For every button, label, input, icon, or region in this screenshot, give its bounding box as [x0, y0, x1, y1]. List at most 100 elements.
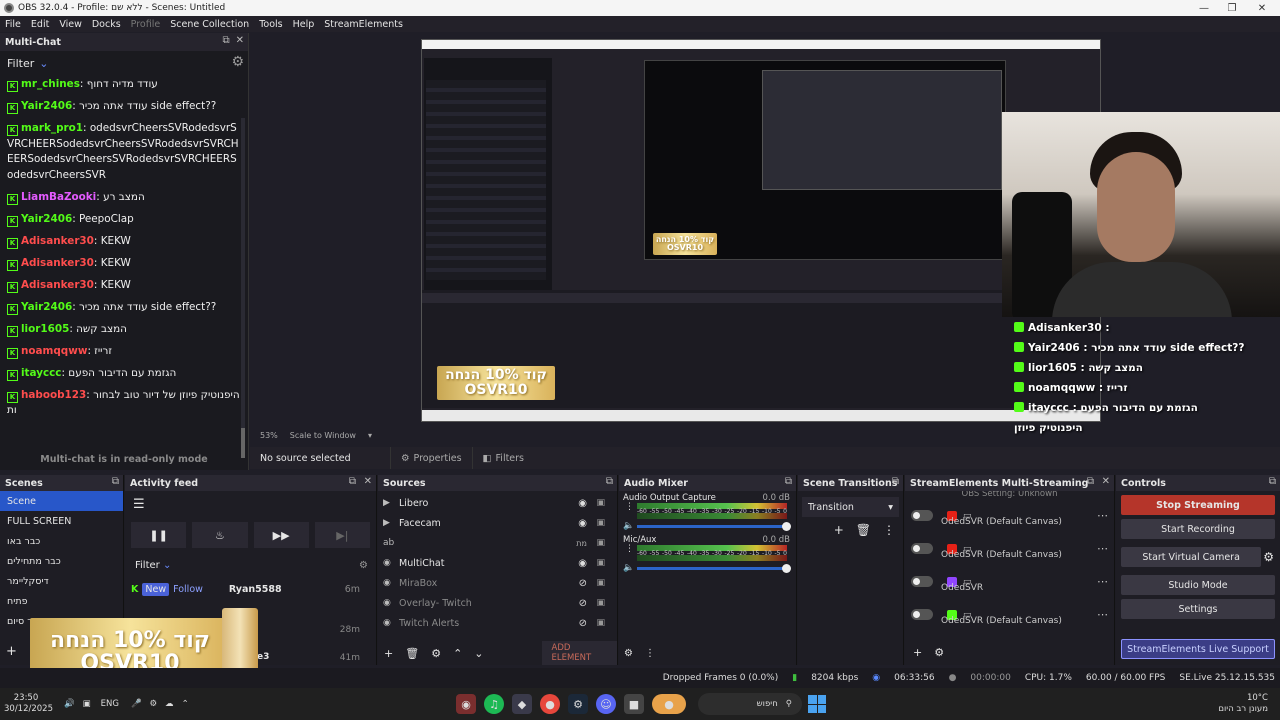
more-icon[interactable]: ⋯ [1097, 542, 1108, 555]
trash-icon[interactable]: 🗑 [405, 647, 419, 660]
spotify-icon[interactable]: ♫ [484, 694, 504, 714]
chat-username[interactable]: Yair2406 [21, 100, 72, 112]
chat-username[interactable]: Adisanker30 [21, 279, 94, 291]
gear-icon[interactable]: ⚙ [1263, 550, 1274, 564]
language-indicator[interactable]: ENG [101, 699, 119, 709]
destination-toggle[interactable] [911, 510, 933, 521]
chat-username[interactable]: noamqqww [21, 345, 87, 357]
menu-icon[interactable]: ☰ [125, 491, 376, 518]
menu-view[interactable]: View [54, 19, 87, 30]
chat-username[interactable]: mark_pro1 [21, 122, 83, 134]
steam-icon[interactable]: ⚙ [568, 694, 588, 714]
menu-streamelements[interactable]: StreamElements [319, 19, 408, 30]
chat-username[interactable]: Adisanker30 [21, 235, 94, 247]
eye-hidden-icon[interactable]: ⊘ [579, 618, 587, 629]
start-virtual-camera-button[interactable]: Start Virtual Camera [1121, 547, 1262, 567]
gear-icon[interactable]: ⚙ [231, 54, 244, 70]
chat-username[interactable]: lior1605 [21, 323, 69, 335]
chat-username[interactable]: Yair2406 [21, 301, 72, 313]
app-icon[interactable]: ◆ [512, 694, 532, 714]
start-recording-button[interactable]: Start Recording [1121, 519, 1275, 539]
chat-username[interactable]: mr_chines [21, 78, 80, 90]
obs-app-icon[interactable]: ◉ [456, 694, 476, 714]
menu-help[interactable]: Help [288, 19, 320, 30]
multichat-filter[interactable]: Filter ⌄ ⚙ [0, 51, 248, 75]
bell-icon[interactable]: ♨ [192, 522, 248, 548]
chat-username[interactable]: LiamBaZooki [21, 191, 96, 203]
chevron-up-icon[interactable]: ⌃ [182, 699, 189, 709]
lock-icon[interactable]: ▣ [596, 618, 605, 628]
scene-item[interactable]: Scene [0, 491, 123, 511]
source-item[interactable]: ab מת ▣ [378, 533, 617, 553]
add-transition-button[interactable]: + [834, 523, 844, 537]
lock-icon[interactable]: ▣ [596, 598, 605, 608]
speaker-icon[interactable]: 🔈 [623, 521, 634, 531]
menu-tools[interactable]: Tools [254, 19, 287, 30]
widget-icon[interactable]: ● [652, 694, 686, 714]
mixer-settings-icon[interactable]: ⚙ [624, 648, 633, 659]
source-item[interactable]: ◉ MultiChat ◉ ▣ [378, 553, 617, 573]
menu-icon[interactable]: ⋮ [883, 523, 895, 537]
float-icon[interactable]: ⧉ [606, 476, 613, 487]
eye-hidden-icon[interactable]: ⊘ [579, 598, 587, 609]
menu-edit[interactable]: Edit [26, 19, 54, 30]
source-item[interactable]: ◉ Twitch Alerts ⊘ ▣ [378, 613, 617, 633]
add-scene-button[interactable]: + [6, 644, 17, 659]
chat-username[interactable]: Adisanker30 [21, 257, 94, 269]
chat-username[interactable]: itayccc [21, 367, 61, 379]
float-icon[interactable]: ⧉ [785, 476, 792, 487]
float-icon[interactable]: ⧉ [1087, 476, 1094, 487]
volume-icon[interactable]: 🔊 [64, 699, 75, 709]
speaker-icon[interactable]: 🔈 [623, 563, 634, 573]
trash-icon[interactable]: 🗑 [856, 523, 871, 537]
more-icon[interactable]: ⋯ [1097, 608, 1108, 621]
add-element-button[interactable]: ADD ELEMENT [541, 641, 617, 665]
chat-scrollbar[interactable] [241, 118, 245, 458]
explorer-icon[interactable]: ■ [624, 694, 644, 714]
track-menu-icon[interactable]: ⋮ [625, 502, 634, 512]
scale-dropdown-icon[interactable]: ▾ [368, 431, 372, 440]
destination-toggle[interactable] [911, 576, 933, 587]
destination-toggle[interactable] [911, 609, 933, 620]
maximize-button[interactable]: ❐ [1218, 0, 1246, 16]
close-icon[interactable]: ✕ [1102, 476, 1110, 487]
scene-item[interactable]: דיסקליימר [0, 571, 123, 591]
scale-mode[interactable]: Scale to Window [290, 431, 356, 440]
gear-icon[interactable]: ⚙ [431, 647, 441, 660]
track-menu-icon[interactable]: ⋮ [625, 544, 634, 554]
gear-icon[interactable]: ⚙ [359, 560, 368, 571]
zoom-level[interactable]: 53% [260, 431, 278, 440]
mic-icon[interactable]: 🎤 [131, 699, 142, 709]
lock-icon[interactable]: ▣ [596, 558, 605, 568]
move-down-icon[interactable]: ⌄ [474, 647, 483, 660]
menu-docks[interactable]: Docks [87, 19, 126, 30]
properties-button[interactable]: ⚙ Properties [390, 447, 472, 469]
discord-icon[interactable]: ☺ [596, 694, 616, 714]
close-button[interactable]: ✕ [1248, 0, 1276, 16]
se-live-support-button[interactable]: StreamElements Live Support [1121, 639, 1275, 659]
source-item[interactable]: ▶ Facecam ◉ ▣ [378, 513, 617, 533]
lock-icon[interactable]: ▣ [596, 498, 605, 508]
destination-toggle[interactable] [911, 543, 933, 554]
scene-item[interactable]: FULL SCREEN [0, 511, 123, 531]
source-item[interactable]: ◉ Overlay- Twitch ⊘ ▣ [378, 593, 617, 613]
mixer-menu-icon[interactable]: ⋮ [645, 648, 655, 659]
add-source-button[interactable]: + [384, 647, 393, 660]
move-up-icon[interactable]: ⌃ [453, 647, 462, 660]
volume-slider[interactable] [637, 522, 791, 531]
eye-icon[interactable]: ◉ [578, 498, 587, 509]
transition-select[interactable]: Transition ▾ [802, 497, 899, 517]
menu-scene-collection[interactable]: Scene Collection [165, 19, 254, 30]
studio-mode-button[interactable]: Studio Mode [1121, 575, 1275, 595]
network-icon[interactable]: ☁ [165, 699, 174, 709]
eye-icon[interactable]: ◉ [578, 558, 587, 569]
lock-icon[interactable]: ▣ [596, 538, 605, 548]
volume-slider[interactable] [637, 564, 791, 573]
tray-icon[interactable]: ⚙ [150, 699, 158, 709]
skip-button[interactable]: ▶▶ [253, 522, 309, 548]
stop-streaming-button[interactable]: Stop Streaming [1121, 495, 1275, 515]
float-icon[interactable]: ⧉ [112, 476, 119, 487]
settings-button[interactable]: Settings [1121, 599, 1275, 619]
lock-icon[interactable]: ▣ [596, 578, 605, 588]
float-icon[interactable]: ⧉ [1269, 476, 1276, 487]
